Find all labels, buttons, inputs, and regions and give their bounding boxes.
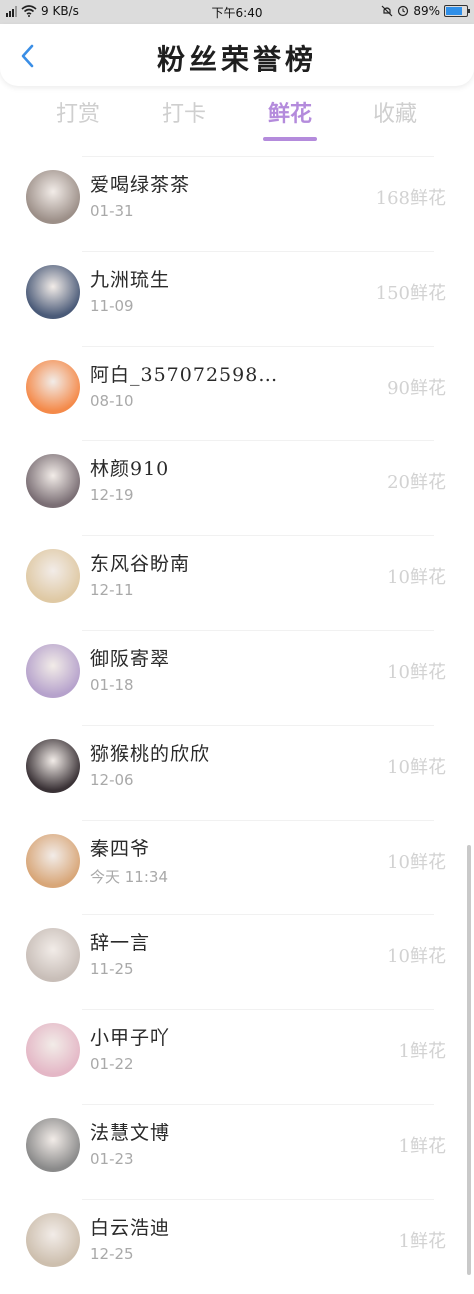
avatar[interactable]	[26, 928, 80, 983]
flower-count: 150鲜花	[375, 282, 446, 304]
header: 粉丝荣誉榜	[0, 24, 474, 86]
fan-name: 辞一言	[90, 932, 151, 955]
avatar[interactable]	[26, 738, 80, 793]
status-right: 89%	[381, 4, 470, 18]
alarm-icon	[398, 5, 409, 17]
tab-bar: 打赏 打卡 鲜花 收藏	[0, 86, 474, 156]
tab-tips[interactable]: 打赏	[38, 96, 118, 128]
flower-count: 1鲜花	[398, 1230, 446, 1252]
scrollbar[interactable]	[467, 845, 471, 1275]
fan-date: 08-10	[90, 391, 134, 410]
fan-date: 11-09	[90, 296, 134, 315]
bell-muted-icon	[381, 5, 393, 17]
fan-list: 爱喝绿茶茶 01-31 168鲜花九洲琉生 11-09 150鲜花阿白_35707259…	[0, 156, 474, 1294]
fan-date: 12-11	[90, 581, 134, 600]
tab-checkin[interactable]: 打卡	[144, 96, 224, 128]
list-item[interactable]: 猕猴桃的欣欣 12-06 10鲜花	[0, 724, 474, 820]
list-item[interactable]: 辞一言 11-25 10鲜花	[0, 914, 474, 1009]
tab-flowers[interactable]: 鲜花	[250, 96, 330, 128]
tab-favorites[interactable]: 收藏	[355, 96, 435, 128]
list-item[interactable]: 秦四爷今天 11:34 10鲜花	[0, 819, 474, 915]
list-item[interactable]: 东风谷盼南 12-11 10鲜花	[0, 535, 474, 630]
fan-name: 秦四爷	[90, 837, 151, 860]
list-item[interactable]: 小甲子吖 01-22 1鲜花	[0, 1009, 474, 1104]
flower-count: 90鲜花	[387, 377, 446, 399]
flower-count: 10鲜花	[387, 661, 446, 683]
flower-count: 10鲜花	[387, 851, 446, 873]
avatar[interactable]	[26, 1023, 80, 1078]
fan-name: 白云浩迪	[90, 1216, 171, 1239]
status-bar: 9 KB/s 下午6:40 89%	[0, 0, 474, 24]
fan-name: 猕猴桃的欣欣	[90, 742, 211, 765]
fan-name: 法慧文博	[90, 1121, 171, 1144]
avatar[interactable]	[26, 1212, 80, 1267]
fan-date: 12-19	[90, 486, 134, 505]
fan-date: 01-22	[90, 1055, 134, 1074]
fan-date: 今天 11:34	[90, 867, 168, 886]
fan-name: 林颜910	[90, 458, 170, 481]
fan-name: 九洲琉生	[90, 268, 171, 291]
flower-count: 10鲜花	[387, 946, 446, 968]
avatar[interactable]	[26, 1117, 80, 1172]
list-item[interactable]: 九洲琉生 11-09 150鲜花	[0, 250, 474, 346]
fan-name: 爱喝绿茶茶	[90, 174, 191, 196]
flower-count: 168鲜花	[375, 188, 446, 209]
flower-count: 20鲜花	[387, 472, 446, 494]
fan-date: 01-23	[90, 1149, 134, 1168]
fan-name: 御阪寄翠	[90, 647, 171, 670]
battery-percent: 89%	[413, 4, 440, 18]
avatar[interactable]	[26, 264, 80, 319]
list-item[interactable]: 阿白_357072598… 08-10 90鲜花	[0, 345, 474, 441]
flower-count: 10鲜花	[387, 756, 446, 778]
page-title: 粉丝荣誉榜	[156, 43, 317, 76]
avatar[interactable]	[26, 359, 80, 414]
list-item[interactable]: 林颜910 12-19 20鲜花	[0, 440, 474, 535]
flower-count: 1鲜花	[398, 1041, 446, 1063]
fan-name: 东风谷盼南	[90, 553, 191, 576]
fan-name: 小甲子吖	[90, 1027, 171, 1050]
battery-icon	[444, 5, 470, 17]
avatar[interactable]	[26, 170, 80, 224]
list-item[interactable]: 法慧文博 01-23 1鲜花	[0, 1103, 474, 1199]
flower-count: 10鲜花	[387, 567, 446, 589]
active-tab-indicator	[263, 137, 317, 141]
fan-date: 12-25	[90, 1244, 134, 1263]
avatar[interactable]	[26, 549, 80, 604]
avatar[interactable]	[26, 643, 80, 698]
fan-name: 阿白_357072598…	[90, 363, 279, 386]
list-item[interactable]: 白云浩迪 12-25 1鲜花	[0, 1198, 474, 1294]
fan-date: 11-25	[90, 960, 134, 979]
fan-date: 12-06	[90, 770, 134, 789]
list-item[interactable]: 御阪寄翠 01-18 10鲜花	[0, 629, 474, 725]
list-item[interactable]: 爱喝绿茶茶 01-31 168鲜花	[0, 156, 474, 251]
fan-date: 01-18	[90, 675, 134, 694]
flower-count: 1鲜花	[398, 1135, 446, 1157]
avatar[interactable]	[26, 454, 80, 509]
avatar[interactable]	[26, 833, 80, 888]
fan-date: 01-31	[90, 202, 134, 220]
